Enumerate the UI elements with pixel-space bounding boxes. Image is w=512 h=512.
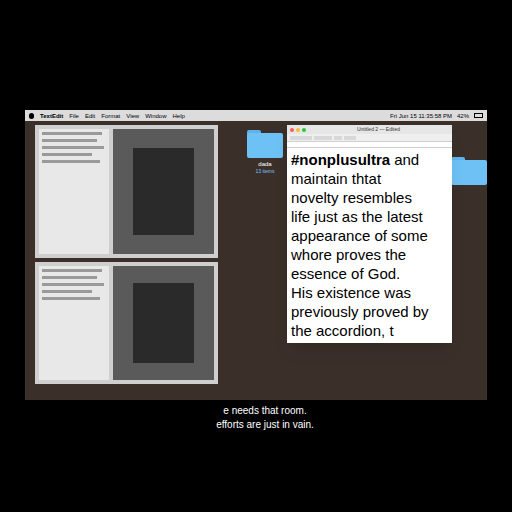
title-bar: Untitled 2 — Edited: [287, 125, 452, 134]
text-line: life just as the latest: [291, 207, 448, 226]
menu-item[interactable]: Help: [173, 113, 185, 119]
text-line: essence of God.: [291, 264, 448, 283]
text-line: the accordion, t: [291, 321, 448, 340]
app-menu[interactable]: TextEdit: [40, 113, 63, 119]
screenshot-thumbnail: [35, 125, 218, 258]
menu-item[interactable]: Format: [101, 113, 120, 119]
battery-icon[interactable]: [474, 113, 483, 118]
hashtag: #nonplusultra: [291, 151, 390, 168]
menu-bar: TextEdit File Edit Format View Window Help Fri …: [25, 110, 487, 121]
subtitles: e needs that room.efforts are just in va…: [140, 404, 390, 432]
folder-label: dada: [258, 160, 271, 168]
document-text[interactable]: #nonplusultraandmaintain thtatnovelty re…: [287, 148, 452, 343]
textedit-window[interactable]: Untitled 2 — Edited #nonplusultraandmaint…: [287, 125, 452, 343]
zoom-icon[interactable]: [302, 128, 306, 132]
text-line: novelty resembles: [291, 188, 448, 207]
desktop-folder[interactable]: dada13 items: [243, 130, 287, 175]
menu-item[interactable]: Window: [145, 113, 166, 119]
video-frame: TextEdit File Edit Format View Window Help Fri …: [0, 0, 512, 512]
toolbar: [287, 134, 452, 142]
folder-count: 13 items: [256, 168, 275, 175]
menu-item[interactable]: File: [69, 113, 79, 119]
battery-level[interactable]: 42%: [457, 113, 469, 119]
subtitle-line: efforts are just in vain.: [216, 418, 314, 432]
text-line: previously proved by: [291, 302, 448, 321]
screen: TextEdit File Edit Format View Window Help Fri …: [25, 110, 487, 400]
ruler: [287, 142, 452, 148]
subtitle-line: e needs that room.: [223, 404, 306, 418]
screenshot-thumbnail: [35, 262, 218, 384]
text-line: whore proves the: [291, 245, 448, 264]
text-line: His existence was: [291, 283, 448, 302]
text-line: appearance of some: [291, 226, 448, 245]
text-line: maintain thtat: [291, 169, 448, 188]
desktop: dada13 items Untitled 2 — Edited #nonplusu…: [25, 121, 487, 400]
menu-item[interactable]: Edit: [85, 113, 95, 119]
apple-icon[interactable]: [29, 113, 34, 119]
folder-icon[interactable]: [451, 157, 487, 185]
window-title: Untitled 2 — Edited: [308, 127, 449, 132]
folder-icon[interactable]: [247, 130, 283, 158]
close-icon[interactable]: [290, 128, 294, 132]
menu-item[interactable]: View: [126, 113, 139, 119]
minimize-icon[interactable]: [296, 128, 300, 132]
clock[interactable]: Fri Jun 15 11:35:58 PM: [390, 113, 452, 119]
